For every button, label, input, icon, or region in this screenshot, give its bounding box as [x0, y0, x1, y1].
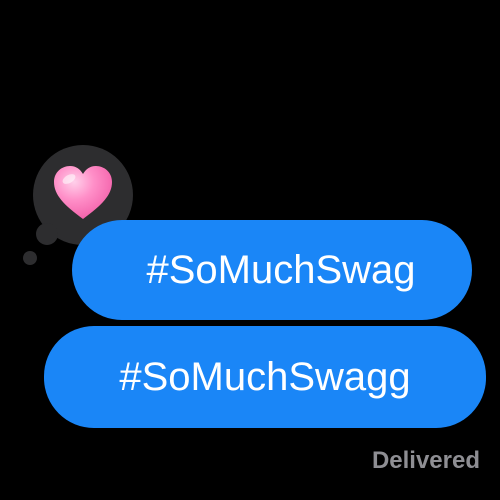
tapback-tail-dot-small: [23, 251, 37, 265]
message-text: #SoMuchSwagg: [119, 354, 411, 399]
heart-icon: [54, 166, 112, 219]
message-bubble[interactable]: #SoMuchSwag: [72, 220, 472, 320]
message-text: #SoMuchSwag: [146, 247, 416, 292]
conversation-view: #SoMuchSwag #SoMuchSwagg Delivered: [0, 0, 500, 500]
tapback-tail-dot: [36, 223, 58, 245]
delivery-status: Delivered: [371, 447, 480, 474]
message-bubble[interactable]: #SoMuchSwagg: [44, 326, 486, 428]
